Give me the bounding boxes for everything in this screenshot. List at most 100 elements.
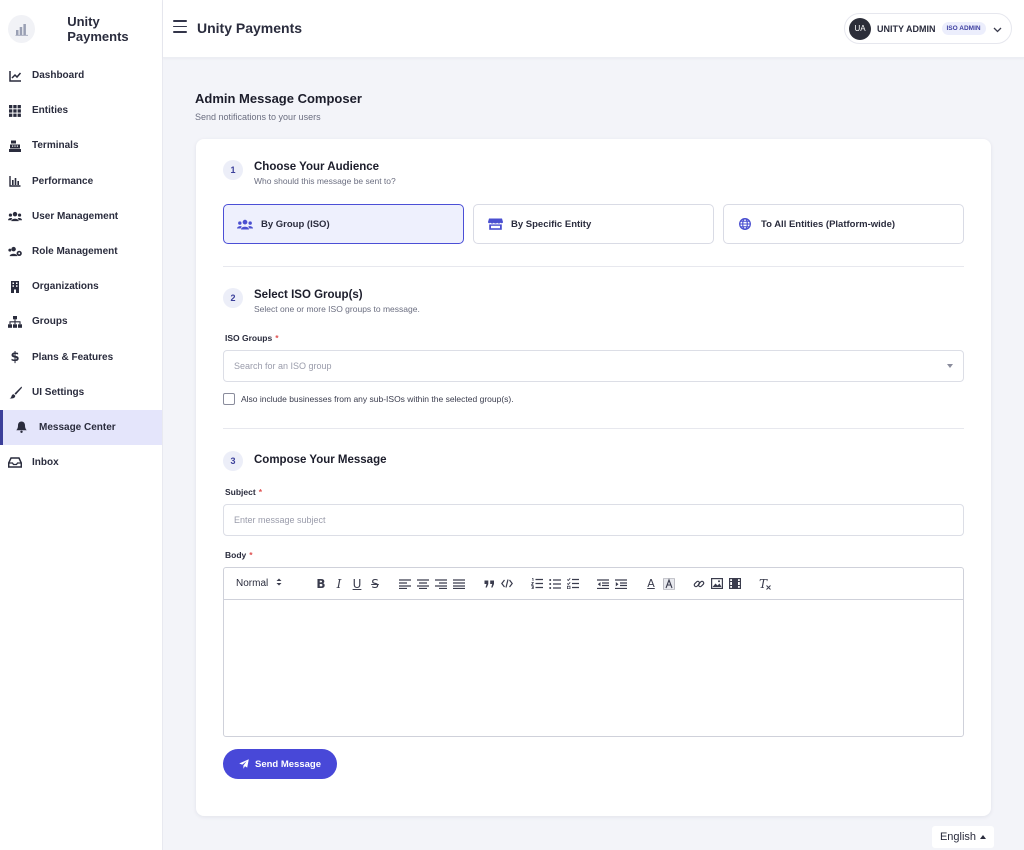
- sidebar-item-label: Message Center: [39, 421, 116, 433]
- toolbar-group-color: A: [642, 575, 678, 593]
- language-label: English: [939, 831, 977, 843]
- sidebar-item-plans-features[interactable]: $ Plans & Features: [0, 340, 162, 375]
- sidebar-item-label: Role Management: [32, 246, 118, 258]
- editor-toolbar: Normal B I U S A T: [224, 568, 963, 600]
- subject-input[interactable]: [223, 504, 964, 536]
- brand-logo-icon: [8, 15, 36, 43]
- image-icon[interactable]: [708, 575, 726, 593]
- underline-icon[interactable]: U: [348, 575, 366, 593]
- brand[interactable]: Unity Payments: [0, 0, 162, 58]
- step-number: 1: [223, 160, 243, 180]
- toolbar-group-align: [396, 575, 468, 593]
- field-label-text: Body: [225, 550, 247, 560]
- inbox-icon: [8, 456, 22, 470]
- toolbar-group-format: B I U S: [312, 575, 384, 593]
- editor-body[interactable]: [224, 600, 963, 736]
- body-label: Body *: [225, 550, 253, 560]
- heading-format-select[interactable]: Normal: [236, 578, 300, 589]
- paper-plane-icon: [239, 759, 249, 769]
- sidebar-item-terminals[interactable]: Terminals: [0, 128, 162, 163]
- bold-icon[interactable]: B: [312, 575, 330, 593]
- link-icon[interactable]: [690, 575, 708, 593]
- sidebar-item-role-management[interactable]: Role Management: [0, 234, 162, 269]
- sidebar-nav: Dashboard Entities Terminals Performance…: [0, 58, 162, 480]
- align-right-icon[interactable]: [432, 575, 450, 593]
- background-color-icon[interactable]: [660, 575, 678, 593]
- check-list-icon[interactable]: [564, 575, 582, 593]
- step-subtitle: Who should this message be sent to?: [254, 176, 396, 186]
- sidebar-item-ui-settings[interactable]: UI Settings: [0, 375, 162, 410]
- sidebar-item-organizations[interactable]: Organizations: [0, 269, 162, 304]
- audience-by-group-button[interactable]: By Group (ISO): [223, 204, 464, 244]
- sidebar-item-label: Groups: [32, 316, 68, 328]
- sidebar-item-inbox[interactable]: Inbox: [0, 445, 162, 480]
- audience-all-entities-button[interactable]: To All Entities (Platform-wide): [723, 204, 964, 244]
- code-icon[interactable]: [498, 575, 516, 593]
- audience-option-label: To All Entities (Platform-wide): [761, 218, 896, 230]
- step-title: Compose Your Message: [254, 454, 387, 466]
- rich-text-editor: Normal B I U S A T: [223, 567, 964, 737]
- indent-icon[interactable]: [612, 575, 630, 593]
- sidebar-item-user-management[interactable]: User Management: [0, 199, 162, 234]
- bold-glyph: B: [316, 576, 326, 591]
- select-updown-icon: [276, 578, 282, 589]
- role-badge: ISO ADMIN: [941, 22, 986, 35]
- section-divider: [223, 428, 964, 429]
- ordered-list-icon[interactable]: [528, 575, 546, 593]
- user-menu[interactable]: UA UNITY ADMIN ISO ADMIN: [844, 13, 1012, 44]
- toolbar-group-block: [480, 575, 516, 593]
- globe-icon: [737, 218, 753, 230]
- step-number: 3: [223, 451, 243, 471]
- sidebar-item-label: Inbox: [32, 457, 59, 469]
- blockquote-icon[interactable]: [480, 575, 498, 593]
- video-icon[interactable]: [726, 575, 744, 593]
- italic-icon[interactable]: I: [330, 575, 348, 593]
- sidebar-item-message-center[interactable]: Message Center: [0, 409, 162, 446]
- italic-glyph: I: [336, 576, 342, 591]
- sidebar-item-groups[interactable]: Groups: [0, 304, 162, 339]
- iso-group-search-select[interactable]: [223, 350, 964, 382]
- clear-format-icon[interactable]: T: [756, 575, 774, 593]
- underline-glyph: U: [352, 576, 362, 591]
- send-message-label: Send Message: [255, 758, 321, 770]
- align-justify-icon[interactable]: [450, 575, 468, 593]
- outdent-icon[interactable]: [594, 575, 612, 593]
- sidebar-item-label: Terminals: [32, 140, 79, 152]
- language-selector[interactable]: English: [932, 826, 994, 848]
- send-message-button[interactable]: Send Message: [223, 749, 337, 779]
- include-sub-isos-checkbox[interactable]: [223, 393, 235, 405]
- step-compose-header: 3 Compose Your Message: [223, 451, 387, 471]
- toolbar-group-lists: [528, 575, 582, 593]
- menu-toggle-icon[interactable]: [173, 20, 187, 34]
- caret-up-icon: [980, 835, 987, 839]
- sidebar-item-entities[interactable]: Entities: [0, 93, 162, 128]
- sitemap-icon: [8, 315, 22, 329]
- toolbar-group-media: [690, 575, 744, 593]
- step-iso-groups-header: 2 Select ISO Group(s) Select one or more…: [223, 288, 420, 314]
- text-color-glyph: A: [647, 577, 655, 590]
- sidebar-item-dashboard[interactable]: Dashboard: [0, 58, 162, 93]
- users-icon: [8, 209, 22, 223]
- paintbrush-icon: [8, 385, 22, 399]
- required-mark: *: [275, 333, 279, 343]
- sidebar-item-label: Dashboard: [32, 70, 85, 82]
- step-title: Choose Your Audience: [254, 161, 380, 173]
- sidebar-item-label: Performance: [32, 175, 94, 187]
- grid-icon: [8, 104, 22, 118]
- required-mark: *: [258, 487, 263, 497]
- sidebar-item-performance[interactable]: Performance: [0, 164, 162, 199]
- toolbar-group-clean: T: [756, 575, 774, 593]
- step-number: 2: [223, 288, 243, 308]
- audience-option-label: By Specific Entity: [511, 218, 592, 230]
- sidebar-item-label: Plans & Features: [32, 351, 114, 363]
- strikethrough-icon[interactable]: S: [366, 575, 384, 593]
- text-color-icon[interactable]: A: [642, 575, 660, 593]
- align-left-icon[interactable]: [396, 575, 414, 593]
- align-center-icon[interactable]: [414, 575, 432, 593]
- user-name: UNITY ADMIN: [877, 23, 936, 34]
- audience-by-entity-button[interactable]: By Specific Entity: [473, 204, 714, 244]
- sidebar-item-label: User Management: [32, 210, 119, 222]
- top-header: Unity Payments UA UNITY ADMIN ISO ADMIN: [163, 0, 1024, 58]
- bullet-list-icon[interactable]: [546, 575, 564, 593]
- building-icon: [8, 280, 22, 294]
